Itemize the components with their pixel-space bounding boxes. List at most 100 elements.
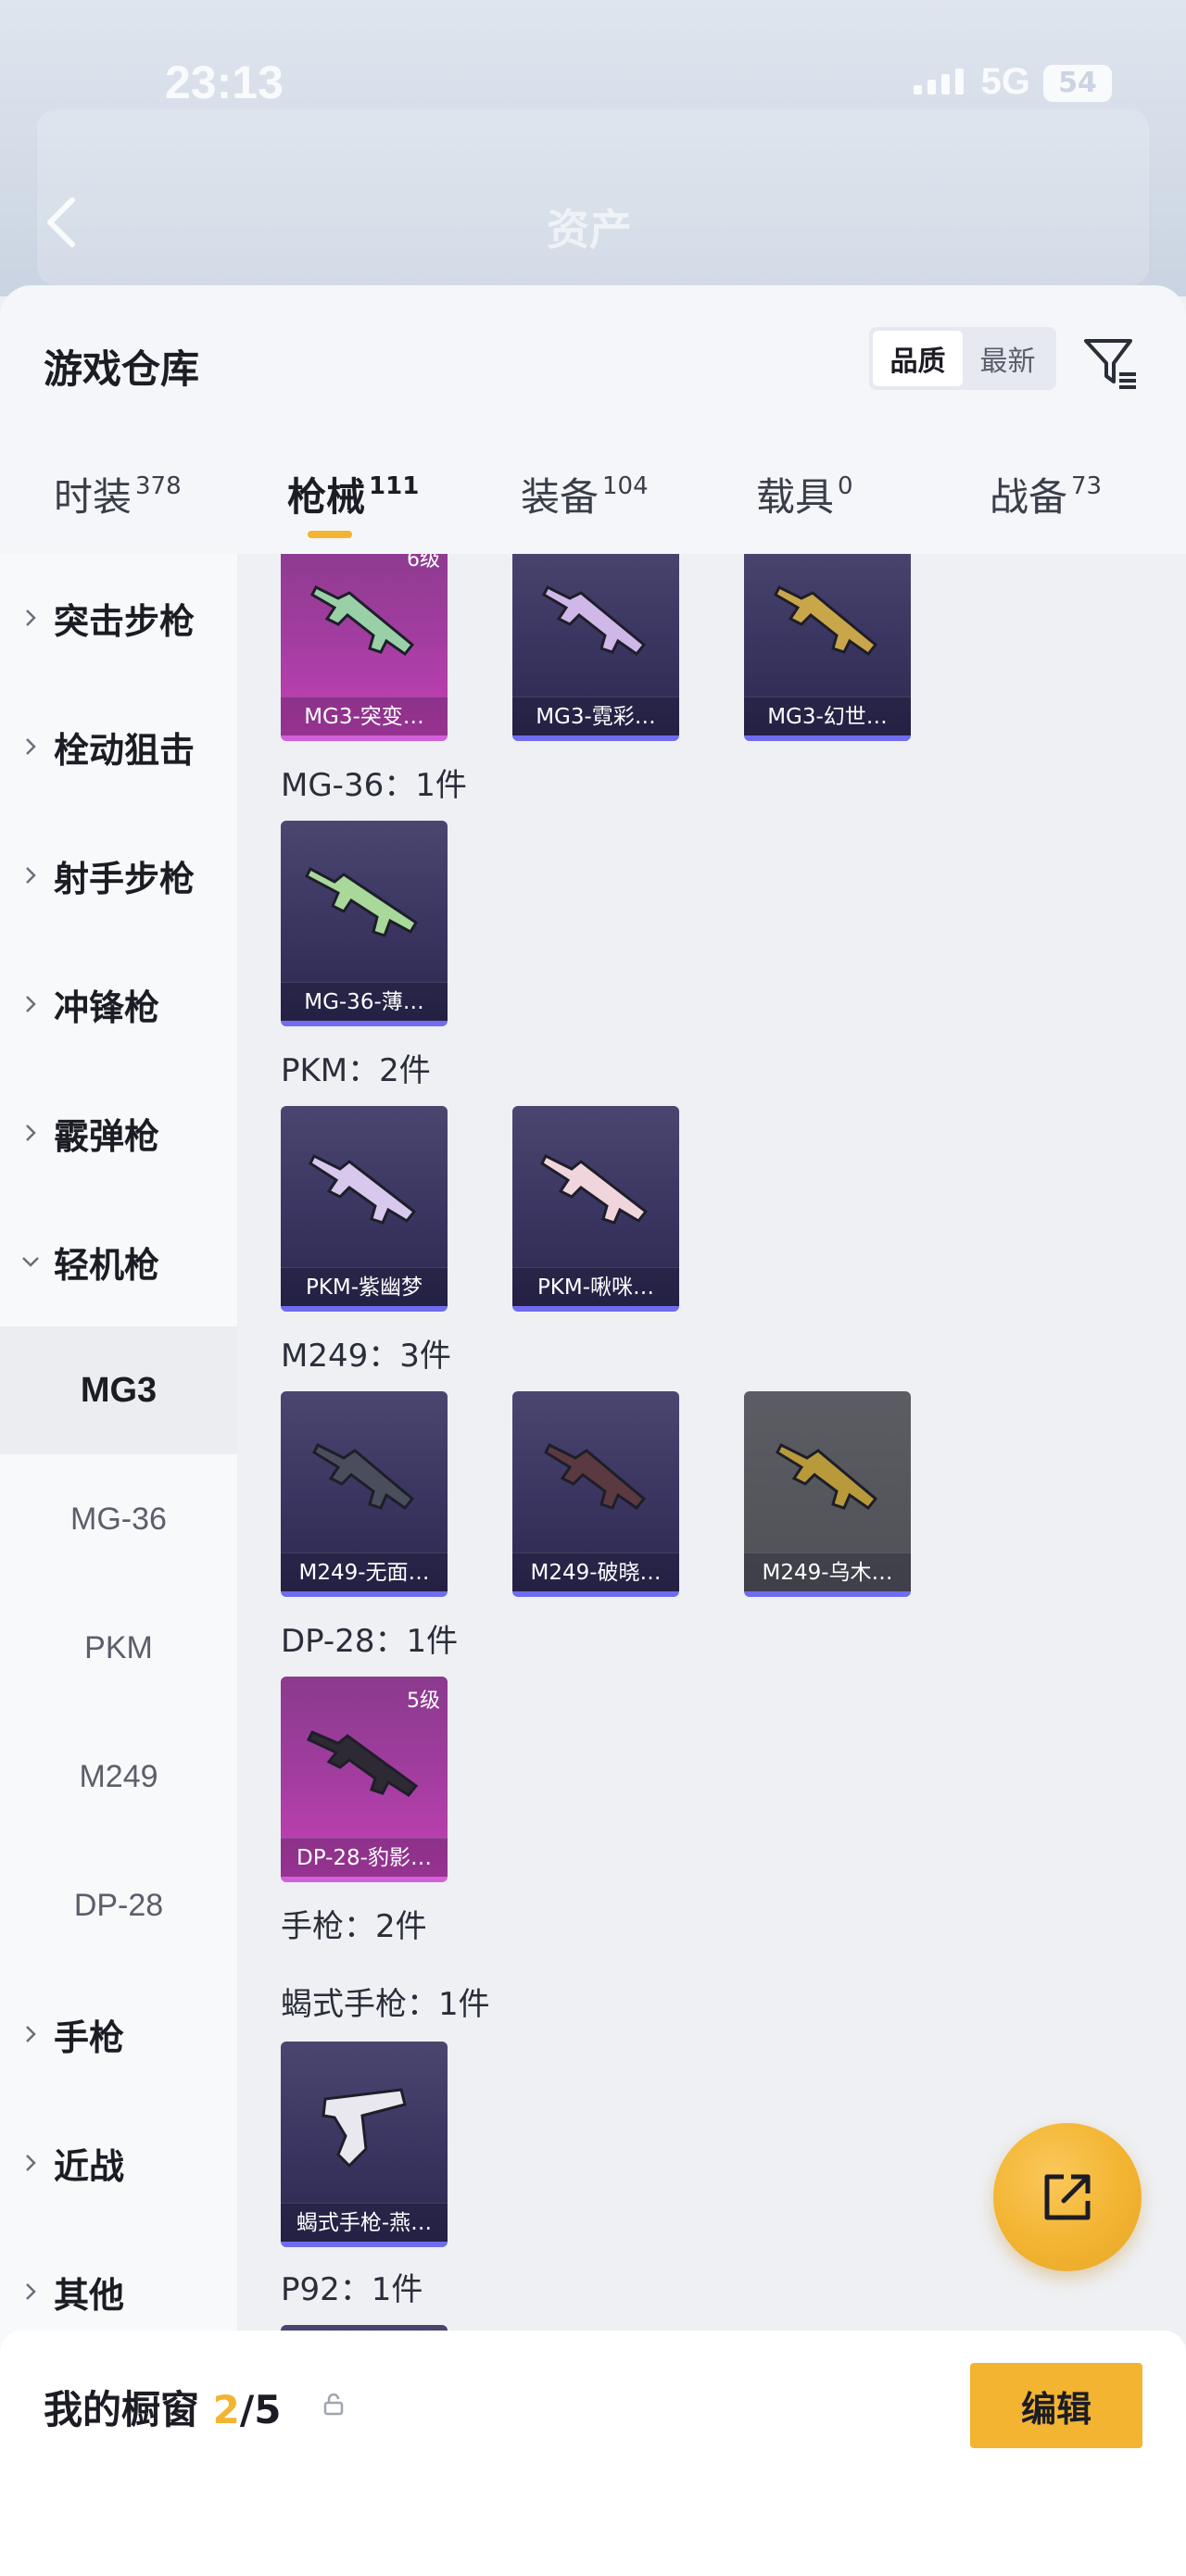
item-name: PKM-紫幽梦	[281, 1267, 448, 1306]
tab-label: 枪械	[287, 474, 366, 520]
filter-icon[interactable]	[1080, 333, 1140, 393]
item-card[interactable]: 6级 MG3-突变…	[281, 554, 448, 741]
chevron-down-icon	[22, 1257, 39, 1267]
item-card[interactable]: MG3-幻世…	[744, 554, 911, 741]
share-icon	[1044, 2174, 1091, 2220]
machine-gun-icon	[542, 584, 647, 657]
tab-label: 时装	[54, 474, 132, 520]
tab-count: 111	[369, 472, 420, 500]
lock-icon	[323, 2393, 344, 2416]
sidebar-item-lmg[interactable]: 轻机枪	[0, 1198, 237, 1326]
machine-gun-icon	[306, 1730, 419, 1797]
sidebar-label: 近战	[54, 2145, 125, 2187]
tab-fashion[interactable]: 时装 378	[54, 466, 182, 522]
tab-label: 载具	[756, 474, 835, 520]
sidebar-item-melee[interactable]: 近战	[0, 2099, 237, 2227]
tab-count: 104	[602, 472, 649, 500]
sidebar-label: 霰弹枪	[54, 1115, 160, 1157]
tab-count: 73	[1071, 472, 1103, 500]
item-card[interactable]: 蝎式手枪-燕…	[281, 2042, 448, 2247]
showcase-total-count: /5	[239, 2387, 282, 2432]
sort-quality-option[interactable]: 品质	[873, 331, 963, 386]
tab-count: 0	[838, 472, 853, 500]
back-arrow-icon[interactable]	[43, 195, 80, 250]
machine-gun-icon	[310, 584, 415, 657]
tab-supplies[interactable]: 战备 73	[990, 466, 1102, 522]
sidebar-label: 射手步枪	[54, 858, 196, 899]
signal-icon	[914, 69, 964, 94]
item-card[interactable]: M249-无面…	[281, 1391, 448, 1597]
group-title: DP-28：1件	[281, 1623, 459, 1660]
sort-newest-option[interactable]: 最新	[963, 331, 1053, 386]
chevron-right-icon	[26, 2155, 36, 2171]
warehouse-sheet: 游戏仓库 品质 最新 时装 378 枪械 111 装备 104 载具 0 战备 73	[0, 285, 1186, 2576]
sidebar-sub-dp28[interactable]: DP-28	[0, 1841, 237, 1969]
item-name: M249-破晓…	[512, 1552, 679, 1591]
sidebar-label: 突击步枪	[54, 600, 196, 642]
tab-vehicles[interactable]: 载具 0	[756, 466, 853, 522]
edit-button[interactable]: 编辑	[970, 2363, 1142, 2448]
chevron-right-icon	[26, 2026, 36, 2042]
sidebar-sub-mg3[interactable]: MG3	[0, 1326, 237, 1454]
sidebar-sub-mg36[interactable]: MG-36	[0, 1455, 237, 1583]
category-tabs: 时装 378 枪械 111 装备 104 载具 0 战备 73	[0, 466, 1186, 549]
item-name: M249-无面…	[281, 1552, 448, 1591]
sort-toggle: 品质 最新	[869, 327, 1056, 390]
chevron-right-icon	[26, 609, 36, 626]
status-header: 23:13 5G 54 资产	[0, 0, 1186, 296]
sidebar-label: 轻机枪	[54, 1244, 160, 1286]
item-card[interactable]: MG3-霓彩…	[512, 554, 679, 741]
item-name: MG3-霓彩…	[512, 697, 679, 735]
machine-gun-icon	[776, 1442, 878, 1511]
item-level: 6级	[407, 554, 440, 572]
share-fab-button[interactable]	[993, 2123, 1142, 2271]
status-time: 23:13	[165, 57, 284, 108]
chevron-right-icon	[26, 867, 36, 884]
chevron-right-icon	[26, 1125, 36, 1141]
item-card[interactable]: M249-乌木…	[744, 1391, 911, 1597]
sidebar-item-pistol[interactable]: 手枪	[0, 1970, 237, 2098]
tab-count: 378	[135, 472, 182, 500]
page-title: 资产	[547, 205, 632, 255]
item-name: PKM-啾咪…	[512, 1267, 679, 1306]
item-name: MG-36-薄…	[281, 982, 448, 1021]
sidebar-item-assault-rifle[interactable]: 突击步枪	[0, 554, 237, 682]
sidebar-item-smg[interactable]: 冲锋枪	[0, 940, 237, 1068]
item-name: MG3-突变…	[281, 697, 448, 735]
item-card[interactable]: MG-36-薄…	[281, 821, 448, 1026]
sidebar-item-marksman[interactable]: 射手步枪	[0, 811, 237, 939]
showcase-current-count: 2	[212, 2387, 240, 2432]
item-name: M249-乌木…	[744, 1552, 911, 1591]
group-title: P92：1件	[281, 2271, 423, 2308]
group-title: MG-36：1件	[281, 767, 467, 804]
sidebar-label: 其他	[54, 2274, 125, 2316]
machine-gun-icon	[312, 1442, 415, 1511]
sidebar-item-bolt-sniper[interactable]: 栓动狙击	[0, 683, 237, 810]
item-card[interactable]: PKM-啾咪…	[512, 1106, 679, 1312]
sidebar-label: 冲锋枪	[54, 986, 160, 1028]
group-title: M249：3件	[281, 1338, 451, 1375]
chevron-right-icon	[26, 2283, 36, 2300]
sidebar-sub-pkm[interactable]: PKM	[0, 1584, 237, 1712]
chevron-right-icon	[26, 738, 36, 755]
item-name: DP-28-豹影…	[281, 1838, 448, 1877]
group-title: 手枪：2件	[281, 1908, 427, 1945]
item-card[interactable]: 5级 DP-28-豹影…	[281, 1677, 448, 1882]
chevron-right-icon	[26, 996, 36, 1012]
sidebar-sub-m249[interactable]: M249	[0, 1713, 237, 1841]
group-title: PKM：2件	[281, 1052, 431, 1089]
item-name: MG3-幻世…	[744, 697, 911, 735]
machine-gun-icon	[774, 584, 878, 657]
network-label: 5G	[980, 61, 1030, 102]
machine-gun-icon	[544, 1442, 647, 1511]
sidebar-item-shotgun[interactable]: 霰弹枪	[0, 1069, 237, 1197]
item-card[interactable]: M249-破晓…	[512, 1391, 679, 1597]
item-card[interactable]: PKM-紫幽梦	[281, 1106, 448, 1312]
sidebar-label: 栓动狙击	[54, 729, 196, 771]
tab-equipment[interactable]: 装备 104	[521, 466, 649, 522]
tab-label: 装备	[521, 474, 599, 520]
tab-label: 战备	[990, 474, 1068, 520]
machine-gun-icon	[309, 1153, 417, 1225]
sheet-title: 游戏仓库	[44, 346, 200, 392]
tab-firearms[interactable]: 枪械 111	[287, 466, 420, 538]
